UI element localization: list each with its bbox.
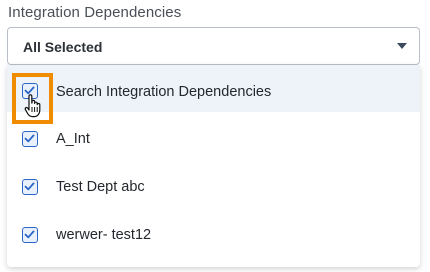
check-icon — [24, 134, 35, 143]
integration-dependencies-select[interactable]: All Selected — [7, 27, 420, 65]
dropdown-menu: Search Integration Dependencies A_Int Te… — [7, 65, 420, 267]
check-icon — [24, 230, 35, 239]
caret-down-icon — [397, 43, 407, 49]
field-label: Integration Dependencies — [8, 4, 182, 21]
option-search-integration-dependencies[interactable]: Search Integration Dependencies — [7, 65, 420, 112]
option-test-dept-abc[interactable]: Test Dept abc — [7, 161, 420, 208]
option-label: Test Dept abc — [56, 179, 145, 195]
check-icon — [24, 182, 35, 191]
selected-value: All Selected — [23, 39, 103, 55]
hand-pointer-icon — [24, 94, 41, 118]
option-a-int[interactable]: A_Int — [7, 113, 420, 160]
checkbox[interactable] — [22, 227, 38, 243]
option-label: A_Int — [56, 131, 90, 147]
option-label: werwer- test12 — [56, 227, 152, 243]
integration-dependencies-widget: Integration Dependencies All Selected Se… — [0, 0, 430, 272]
option-werwer-test12[interactable]: werwer- test12 — [7, 209, 420, 256]
checkbox[interactable] — [22, 179, 38, 195]
checkbox[interactable] — [22, 131, 38, 147]
option-label: Search Integration Dependencies — [56, 84, 272, 100]
